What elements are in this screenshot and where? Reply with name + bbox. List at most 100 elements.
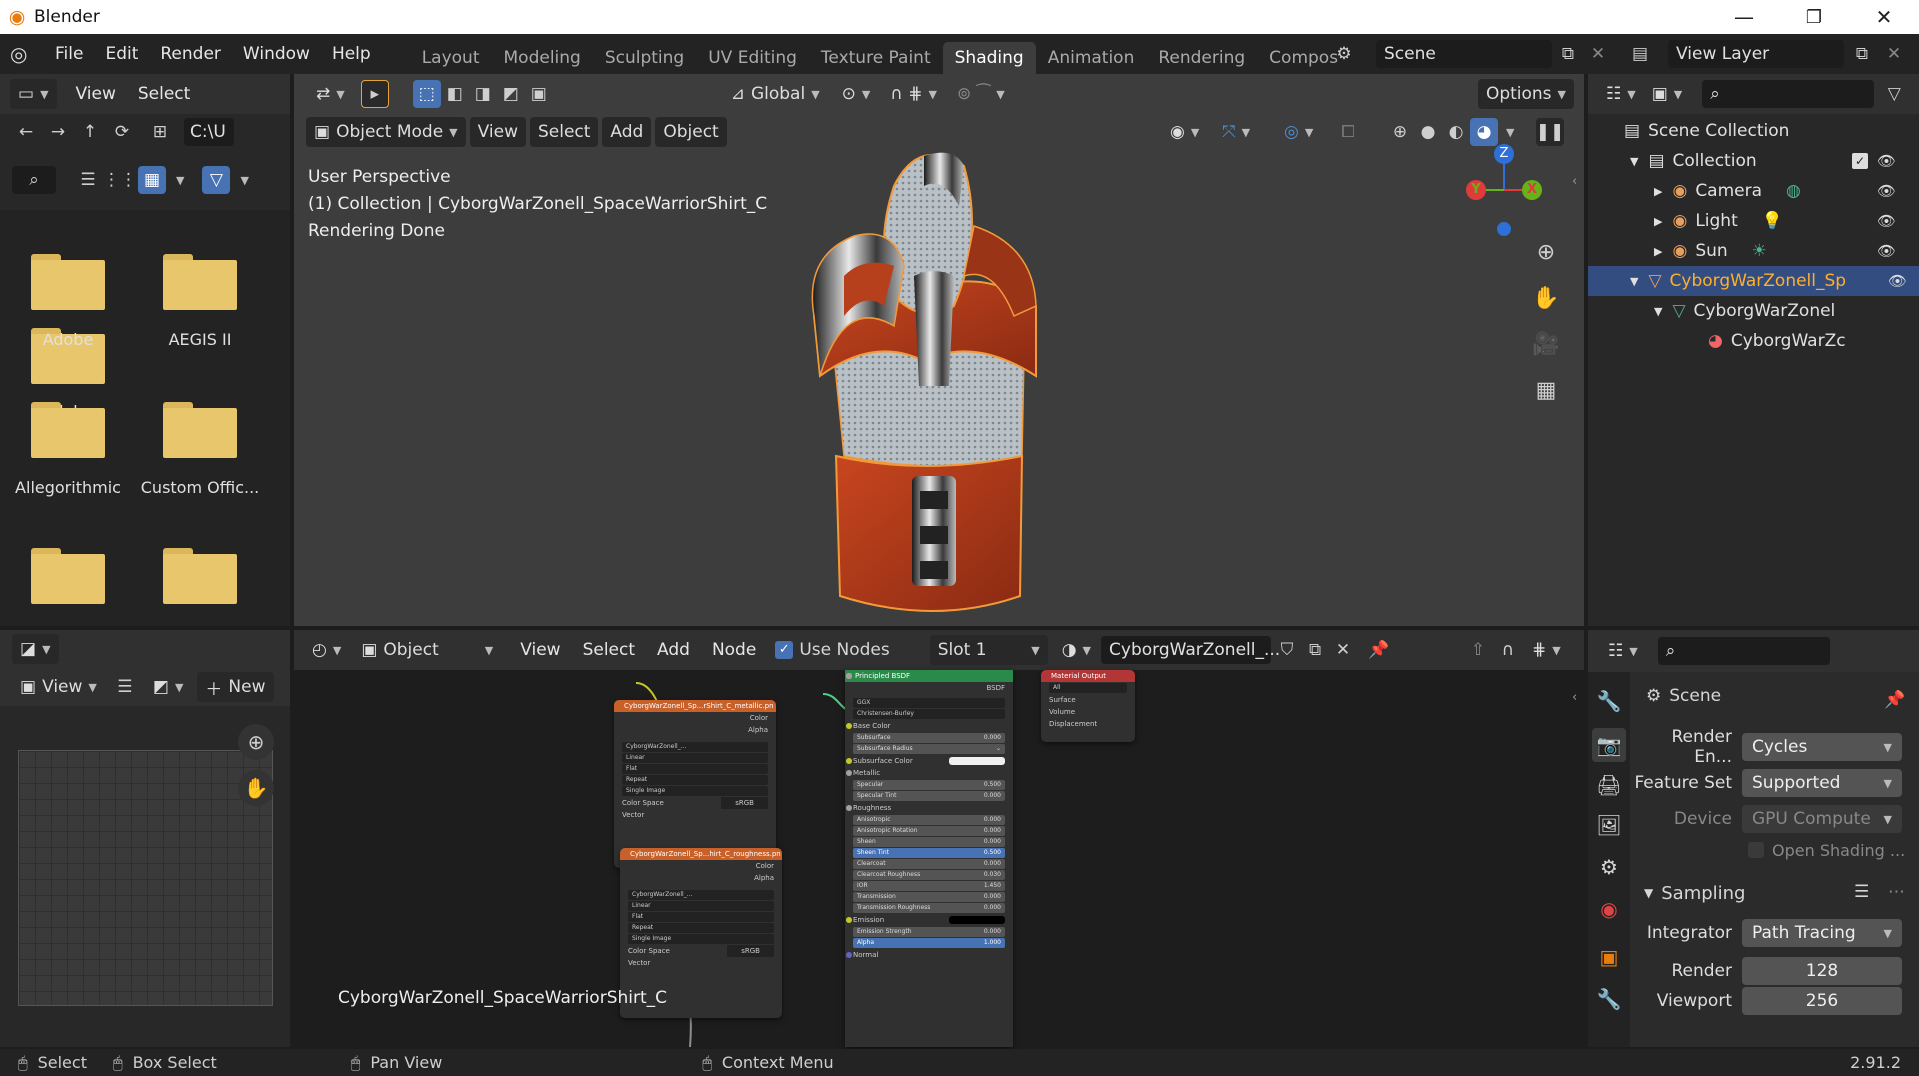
duplicate-material-icon[interactable]: ⧉: [1301, 636, 1329, 664]
outliner-camera[interactable]: ▶ ◉ Camera ◍ 👁: [1588, 176, 1908, 206]
view-layer-tab-icon[interactable]: 🖼: [1592, 808, 1626, 842]
editor-type-icon[interactable]: ◪ ▼: [12, 634, 59, 664]
tab-rendering[interactable]: Rendering: [1146, 42, 1257, 74]
node-image-field[interactable]: CyborgWarZonell_...: [622, 742, 768, 752]
solid-shading-icon[interactable]: ●: [1414, 118, 1442, 146]
editor-type-icon[interactable]: ☷ ▼: [1598, 79, 1644, 109]
expand-triangle-icon[interactable]: ▶: [1654, 185, 1662, 198]
scene-name-field[interactable]: Scene: [1376, 40, 1552, 68]
new-image-button[interactable]: ＋ New: [197, 672, 274, 702]
outliner-light[interactable]: ▶ ◉ Light 💡 👁: [1588, 206, 1908, 236]
slot-dropdown[interactable]: Slot 1 ▼: [929, 635, 1048, 665]
thumbnails-icon[interactable]: ▦: [138, 166, 166, 194]
tab-modeling[interactable]: Modeling: [492, 42, 593, 74]
gizmo-x-axis[interactable]: X: [1522, 180, 1542, 200]
bsdf-input-row[interactable]: Sheen 0.000: [846, 673, 1005, 847]
node-menu-view[interactable]: View: [509, 640, 571, 660]
gizmo-toggle-icon[interactable]: ⤧ ▼: [1214, 117, 1258, 147]
restore-button[interactable]: ❐: [1784, 0, 1844, 34]
node-color-swatch[interactable]: [949, 916, 1005, 924]
eye-icon[interactable]: 👁: [1877, 152, 1896, 170]
node-socket-icon[interactable]: [846, 770, 852, 776]
node-socket-icon[interactable]: [846, 952, 852, 958]
fb-menu-view[interactable]: View: [65, 84, 127, 104]
material-output-node[interactable]: Material Output All Surface Volume Displ…: [1041, 670, 1135, 742]
render-engine-dropdown[interactable]: Cycles ▼: [1742, 733, 1902, 761]
folder-item[interactable]: AEGIS II: [140, 254, 260, 349]
pin-icon[interactable]: 📌: [1365, 636, 1393, 664]
modifier-tab-icon[interactable]: 🔧: [1592, 982, 1626, 1016]
navigation-gizmo[interactable]: Z X Y: [1454, 140, 1554, 240]
pan-hand-icon[interactable]: ✋: [1528, 280, 1564, 316]
select-extend-icon[interactable]: ◧: [441, 80, 469, 108]
node-target-field[interactable]: All: [1049, 683, 1127, 693]
menu-help[interactable]: Help: [321, 44, 382, 64]
node-color-space-field[interactable]: sRGB: [721, 797, 768, 809]
outliner-collection[interactable]: ▼ ▤ Collection ✓ 👁: [1588, 146, 1908, 176]
visibility-icon[interactable]: ◉ ▼: [1162, 117, 1207, 147]
transform-tool-icon[interactable]: ⇄ ▼: [308, 79, 353, 109]
gizmo-z-axis[interactable]: Z: [1494, 144, 1514, 164]
exclude-checkbox-icon[interactable]: ✓: [1852, 153, 1868, 169]
close-button[interactable]: ✕: [1854, 0, 1914, 34]
node-distribution-field[interactable]: GGX: [853, 698, 1005, 708]
panel-collapse-icon[interactable]: ▼: [1644, 886, 1653, 900]
node-source-field[interactable]: Single Image: [622, 786, 768, 796]
feature-set-dropdown[interactable]: Supported ▼: [1742, 769, 1902, 797]
image-view-dropdown[interactable]: ▣ View ▼: [12, 672, 105, 702]
drag-handle-icon[interactable]: ⋯: [1888, 882, 1905, 902]
refresh-icon[interactable]: ⟳: [108, 118, 136, 146]
blender-menu-icon[interactable]: ◎: [10, 42, 44, 66]
eye-icon[interactable]: 👁: [1888, 272, 1907, 290]
outliner-mesh-data[interactable]: ▼ ▽ CyborgWarZonel: [1588, 296, 1908, 326]
delete-view-layer-icon[interactable]: ✕: [1880, 40, 1908, 68]
bsdf-input-row[interactable]: Alpha 1.000: [846, 673, 1005, 948]
view-layer-field[interactable]: View Layer: [1668, 40, 1844, 68]
minimize-button[interactable]: —: [1714, 0, 1774, 34]
material-browse-icon[interactable]: ◑ ▼: [1054, 635, 1099, 665]
folder-item[interactable]: Adobe: [8, 254, 128, 349]
tab-shading[interactable]: Shading: [942, 42, 1036, 74]
folder-item[interactable]: [8, 548, 128, 604]
node-menu-select[interactable]: Select: [572, 640, 646, 660]
properties-search-field[interactable]: ⌕: [1657, 637, 1830, 665]
node-color-space-field[interactable]: sRGB: [727, 945, 774, 957]
viewport-samples-field[interactable]: 256: [1742, 987, 1902, 1015]
bsdf-input-row[interactable]: Emission: [845, 914, 1013, 926]
node-extension-field[interactable]: Repeat: [628, 923, 774, 933]
object-tab-icon[interactable]: ▣: [1592, 940, 1626, 974]
options-dropdown[interactable]: Options ▼: [1477, 79, 1574, 109]
horizontal-list-icon[interactable]: ⋮⋮: [103, 166, 137, 194]
node-menu-node[interactable]: Node: [701, 640, 767, 660]
node-source-field[interactable]: Single Image: [628, 934, 774, 944]
3d-viewport[interactable]: ⇄ ▼ ▸ ⬚ ◧ ◨ ◩ ▣ ⊿ Global ▼ ⊙ ▼ ∩ ⋕ ▼ ⊚ ⁀ ▼…: [294, 74, 1584, 626]
xray-icon[interactable]: ⧠: [1334, 118, 1362, 146]
snap-icon[interactable]: ∩ ⋕ ▼: [882, 79, 945, 109]
world-tab-icon[interactable]: ◉: [1592, 892, 1626, 926]
editor-type-icon[interactable]: ◴ ▼: [304, 635, 349, 665]
tab-sculpting[interactable]: Sculpting: [593, 42, 696, 74]
principled-bsdf-node[interactable]: Principled BSDF BSDF GGX Christensen-Bur…: [845, 670, 1013, 1047]
sun-data-icon[interactable]: ☀: [1752, 241, 1767, 261]
new-scene-icon[interactable]: ⧉: [1554, 40, 1582, 68]
node-menu-add[interactable]: Add: [646, 640, 701, 660]
path-field[interactable]: C:\U: [184, 118, 234, 146]
render-samples-field[interactable]: 128: [1742, 957, 1902, 985]
transform-orientation-dropdown[interactable]: ⊿ Global ▼: [723, 79, 828, 109]
filter-icon[interactable]: ▽: [202, 166, 231, 194]
gizmo-neg-z[interactable]: [1497, 222, 1511, 236]
folder-item[interactable]: Allegorithmic: [8, 402, 128, 497]
outliner-sun[interactable]: ▶ ◉ Sun ☀ 👁: [1588, 236, 1908, 266]
overlays-icon[interactable]: ◎ ▼: [1276, 117, 1321, 147]
bsdf-input-row[interactable]: Subsurface Color: [845, 755, 1013, 767]
eye-icon[interactable]: 👁: [1877, 182, 1896, 200]
delete-scene-icon[interactable]: ✕: [1584, 40, 1612, 68]
select-new-icon[interactable]: ⬚: [412, 80, 441, 108]
snap-element-icon[interactable]: ⋕ ▼: [1524, 635, 1569, 665]
folder-item[interactable]: [140, 548, 260, 604]
select-cursor-icon[interactable]: ▸: [360, 80, 389, 108]
menu-render[interactable]: Render: [149, 44, 232, 64]
sidebar-toggle-chevron-icon[interactable]: ‹: [1572, 174, 1577, 189]
unlink-material-icon[interactable]: ✕: [1329, 636, 1357, 664]
pan-hand-icon[interactable]: ✋: [238, 770, 274, 806]
